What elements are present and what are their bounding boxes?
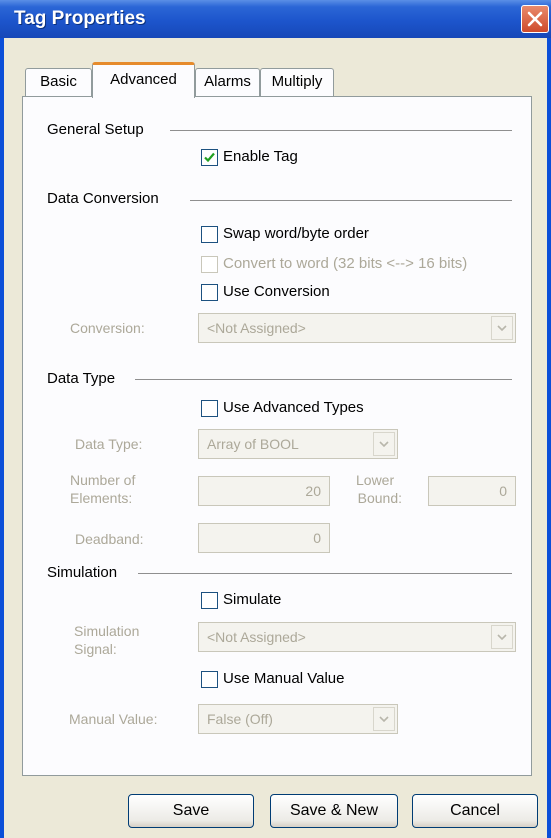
window-title: Tag Properties — [14, 8, 146, 29]
swap-order-checkbox[interactable] — [201, 226, 218, 243]
conversion-value: <Not Assigned> — [207, 320, 306, 336]
number-of-elements-value: 20 — [305, 483, 321, 499]
checkmark-icon — [204, 152, 215, 163]
save-button[interactable]: Save — [128, 794, 254, 828]
swap-order-label[interactable]: Swap word/byte order — [223, 225, 369, 242]
manual-value-label: Manual Value: — [69, 711, 158, 727]
simulate-checkbox[interactable] — [201, 592, 218, 609]
section-simulation: Simulation — [47, 564, 118, 581]
data-type-select[interactable]: Array of BOOL — [198, 429, 398, 459]
tab-alarms[interactable]: Alarms — [195, 68, 260, 96]
section-data-type: Data Type — [47, 370, 116, 387]
tab-basic[interactable]: Basic — [25, 68, 92, 96]
dropdown-button[interactable] — [373, 432, 395, 456]
simulation-signal-label: Simulation Signal: — [74, 622, 139, 658]
tab-multiply[interactable]: Multiply — [260, 68, 334, 96]
label-line: Elements: — [70, 490, 133, 506]
lower-bound-label: Lower Bound: — [340, 471, 402, 507]
label-line: Bound: — [357, 490, 402, 506]
data-type-value: Array of BOOL — [207, 436, 299, 452]
close-button[interactable] — [521, 5, 549, 33]
dropdown-button[interactable] — [491, 316, 513, 340]
simulation-signal-value: <Not Assigned> — [207, 629, 306, 645]
manual-value-value: False (Off) — [207, 711, 273, 727]
enable-tag-label[interactable]: Enable Tag — [223, 148, 298, 165]
convert-to-word-label[interactable]: Convert to word (32 bits <--> 16 bits) — [223, 255, 467, 272]
window-frame-left — [0, 38, 4, 838]
lower-bound-value: 0 — [499, 483, 507, 499]
number-of-elements-label: Number of Elements: — [70, 471, 135, 507]
label-line: Simulation — [74, 623, 140, 639]
conversion-select[interactable]: <Not Assigned> — [198, 313, 516, 343]
chevron-down-icon — [379, 716, 389, 723]
divider — [138, 573, 512, 574]
use-conversion-label[interactable]: Use Conversion — [223, 283, 330, 300]
divider — [135, 379, 512, 380]
chevron-down-icon — [497, 325, 507, 332]
close-icon — [527, 11, 543, 27]
simulation-signal-select[interactable]: <Not Assigned> — [198, 622, 516, 652]
label-line: Number of — [70, 472, 136, 488]
number-of-elements-field[interactable]: 20 — [198, 476, 330, 506]
manual-value-select[interactable]: False (Off) — [198, 704, 398, 734]
window-frame-right — [547, 38, 551, 838]
enable-tag-checkbox[interactable] — [201, 149, 218, 166]
deadband-label: Deadband: — [75, 531, 144, 547]
use-manual-value-checkbox[interactable] — [201, 671, 218, 688]
simulate-label[interactable]: Simulate — [223, 591, 281, 608]
deadband-field[interactable]: 0 — [198, 523, 330, 553]
section-data-conversion: Data Conversion — [47, 190, 159, 207]
save-and-new-button[interactable]: Save & New — [270, 794, 398, 828]
deadband-value: 0 — [313, 530, 321, 546]
label-line: Signal: — [74, 641, 117, 657]
chevron-down-icon — [379, 441, 389, 448]
convert-to-word-checkbox[interactable] — [201, 256, 218, 273]
lower-bound-field[interactable]: 0 — [428, 476, 516, 506]
data-type-label: Data Type: — [75, 436, 143, 452]
dropdown-button[interactable] — [491, 625, 513, 649]
use-conversion-checkbox[interactable] — [201, 284, 218, 301]
title-bar: Tag Properties — [0, 0, 551, 38]
tab-advanced[interactable]: Advanced — [92, 62, 195, 98]
divider — [190, 200, 512, 201]
divider — [170, 130, 512, 131]
chevron-down-icon — [497, 634, 507, 641]
cancel-button[interactable]: Cancel — [412, 794, 538, 828]
conversion-label: Conversion: — [70, 320, 145, 336]
use-advanced-types-checkbox[interactable] — [201, 400, 218, 417]
label-line: Lower — [356, 472, 395, 488]
section-general-setup: General Setup — [47, 121, 144, 138]
dropdown-button[interactable] — [373, 707, 395, 731]
use-advanced-types-label[interactable]: Use Advanced Types — [223, 399, 364, 416]
use-manual-value-label[interactable]: Use Manual Value — [223, 670, 344, 687]
